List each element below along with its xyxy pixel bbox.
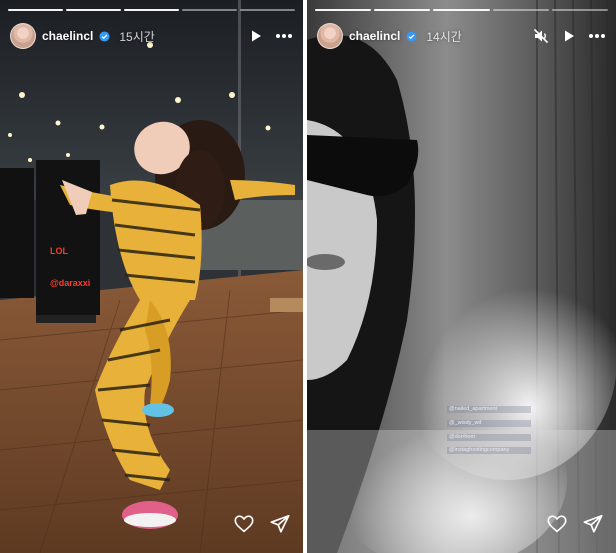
verified-badge-icon — [406, 30, 417, 42]
story-right[interactable]: @nailed_apartment @_wisdy_wd @dorrhom @i… — [307, 0, 616, 553]
play-button[interactable] — [245, 25, 267, 47]
play-icon — [252, 30, 261, 42]
heart-icon[interactable] — [546, 513, 568, 535]
more-options-button[interactable] — [273, 25, 295, 47]
mention-sticker-2[interactable]: @_wisdy_wd — [447, 420, 531, 427]
play-icon — [565, 30, 574, 42]
send-icon[interactable] — [582, 513, 604, 535]
heart-icon[interactable] — [233, 513, 255, 535]
story-photo-selfie — [307, 0, 616, 553]
story-tag-lol: LOL — [50, 246, 68, 256]
story-header: chaelincl 14시간 — [317, 22, 608, 50]
verified-badge-icon — [99, 30, 110, 42]
play-button[interactable] — [558, 25, 580, 47]
timestamp: 15시간 — [119, 29, 155, 44]
more-icon — [589, 34, 605, 38]
story-header: chaelincl 15시간 — [10, 22, 295, 50]
more-icon — [276, 34, 292, 38]
avatar[interactable] — [317, 23, 343, 49]
story-footer-actions — [546, 513, 604, 535]
story-progress-bar — [8, 9, 295, 11]
mute-icon — [533, 28, 549, 44]
mention-sticker-4[interactable]: @instaghostingcompany — [447, 447, 531, 454]
username[interactable]: chaelincl — [42, 29, 93, 43]
story-photo-dancer — [0, 0, 303, 553]
story-tag-mention[interactable]: @daraxxi — [50, 278, 90, 288]
more-options-button[interactable] — [586, 25, 608, 47]
send-icon[interactable] — [269, 513, 291, 535]
avatar[interactable] — [10, 23, 36, 49]
story-footer-actions — [233, 513, 291, 535]
mention-sticker-1[interactable]: @nailed_apartment — [447, 406, 531, 413]
story-left[interactable]: LOL @daraxxi chaelincl 15시간 — [0, 0, 303, 553]
username[interactable]: chaelincl — [349, 29, 400, 43]
story-progress-bar — [315, 9, 609, 11]
timestamp: 14시간 — [426, 29, 462, 44]
mention-sticker-3[interactable]: @dorrhom — [447, 434, 531, 441]
mute-button[interactable] — [530, 25, 552, 47]
